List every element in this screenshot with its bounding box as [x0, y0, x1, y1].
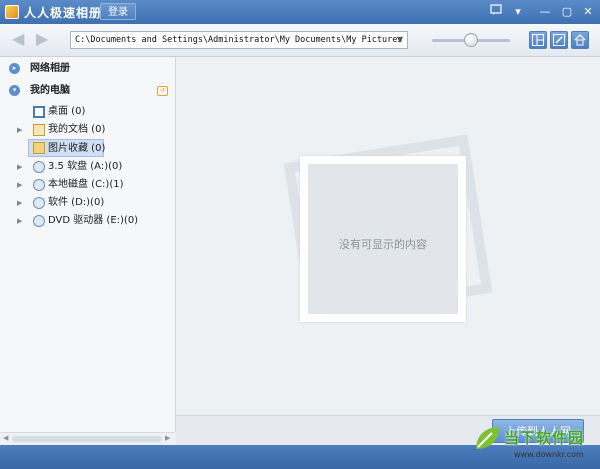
app-title: 人人极速相册 — [24, 6, 103, 20]
expand-arrow-icon[interactable]: ▸ — [9, 63, 20, 74]
site-watermark: 当下软件园 www.downkr.com — [470, 415, 600, 469]
edit-view-button[interactable] — [550, 31, 568, 49]
toolbar: ◀ ▶ C:\Documents and Settings\Administra… — [0, 24, 600, 57]
title-bar: 人人极速相册 登录 ▾ — ▢ ✕ — [0, 0, 600, 24]
tree-item-label: 桌面 (0) — [48, 106, 86, 117]
feedback-icon[interactable] — [488, 4, 504, 20]
back-arrow-icon[interactable]: ◀ — [12, 31, 24, 47]
tree-item-label: 软件 (D:)(0) — [48, 197, 105, 208]
watermark-url: www.downkr.com — [514, 450, 584, 459]
tree-section-web-album[interactable]: ▸ 网络相册 — [0, 60, 175, 78]
sidebar-horizontal-scrollbar[interactable]: ◀ ▶ — [0, 432, 175, 446]
expand-arrow-icon[interactable]: ▶ — [17, 212, 22, 230]
tree-item-desktop[interactable]: 桌面 (0) — [0, 103, 175, 121]
maximize-icon[interactable]: ▢ — [559, 4, 575, 20]
empty-placeholder-frame: 没有可显示的内容 — [300, 156, 466, 322]
home-button[interactable] — [571, 31, 589, 49]
close-icon[interactable]: ✕ — [580, 4, 596, 20]
tree-item-dvd-drive[interactable]: ▶ DVD 驱动器 (E:)(0) — [0, 212, 175, 230]
tree-item-label: 我的文档 (0) — [48, 124, 106, 135]
tree-item-label: 图片收藏 (0) — [48, 143, 106, 154]
floppy-drive-icon — [33, 161, 45, 173]
empty-message: 没有可显示的内容 — [339, 238, 427, 251]
tree-section-my-computer[interactable]: ▾ 我的电脑 ↺ — [0, 82, 175, 100]
expand-arrow-icon[interactable]: ▶ — [17, 194, 22, 212]
app-logo-icon — [5, 5, 19, 19]
edit-photo-icon — [553, 34, 565, 46]
pictures-folder-icon — [33, 142, 45, 154]
expand-arrow-icon[interactable]: ▶ — [17, 176, 22, 194]
tree-item-label: 3.5 软盘 (A:)(0) — [48, 161, 123, 172]
menu-chevron-down-icon[interactable]: ▾ — [510, 4, 526, 20]
path-text: C:\Documents and Settings\Administrator\… — [75, 35, 403, 45]
zoom-slider-knob[interactable] — [464, 33, 478, 47]
tree-item-floppy[interactable]: ▶ 3.5 软盘 (A:)(0) — [0, 158, 175, 176]
scroll-left-icon[interactable]: ◀ — [3, 434, 8, 442]
tree-item-label: DVD 驱动器 (E:)(0) — [48, 215, 139, 226]
tree-item-my-documents[interactable]: ▶ 我的文档 (0) — [0, 121, 175, 139]
app-window: 人人极速相册 登录 ▾ — ▢ ✕ ◀ ▶ C:\Documents and S… — [0, 0, 600, 469]
expand-arrow-icon[interactable]: ▶ — [17, 121, 22, 139]
section-label: 网络相册 — [30, 63, 70, 74]
scroll-right-icon[interactable]: ▶ — [165, 434, 170, 442]
collapse-arrow-icon[interactable]: ▾ — [9, 85, 20, 96]
expand-arrow-icon[interactable]: ▶ — [17, 158, 22, 176]
section-label: 我的电脑 — [30, 85, 70, 96]
home-icon — [574, 34, 586, 46]
leaf-logo-icon — [476, 427, 499, 449]
disk-drive-icon — [33, 197, 45, 209]
tree-item-label: 本地磁盘 (C:)(1) — [48, 179, 124, 190]
disk-drive-icon — [33, 179, 45, 191]
sidebar-tree: ▸ 网络相册 ▾ 我的电脑 ↺ 桌面 (0) ▶ 我的文档 (0) 图片收藏 (… — [0, 57, 176, 432]
tree-item-my-pictures[interactable]: 图片收藏 (0) — [28, 139, 106, 157]
tree-item-software-drive[interactable]: ▶ 软件 (D:)(0) — [0, 194, 175, 212]
dvd-drive-icon — [33, 215, 45, 227]
desktop-icon — [33, 106, 45, 118]
path-dropdown-icon[interactable]: ▼ — [393, 32, 407, 48]
minimize-icon[interactable]: — — [537, 4, 553, 20]
scrollbar-thumb[interactable] — [12, 436, 162, 442]
watermark-title: 当下软件园 — [504, 429, 585, 447]
tree-item-local-disk[interactable]: ▶ 本地磁盘 (C:)(1) — [0, 176, 175, 194]
settings-folder-icon[interactable]: ↺ — [157, 86, 168, 96]
login-button[interactable]: 登录 — [100, 3, 136, 20]
forward-arrow-icon[interactable]: ▶ — [36, 31, 48, 47]
path-combobox[interactable]: C:\Documents and Settings\Administrator\… — [70, 31, 408, 49]
documents-folder-icon — [33, 124, 45, 136]
layout-icon — [532, 34, 544, 46]
layout-view-button[interactable] — [529, 31, 547, 49]
